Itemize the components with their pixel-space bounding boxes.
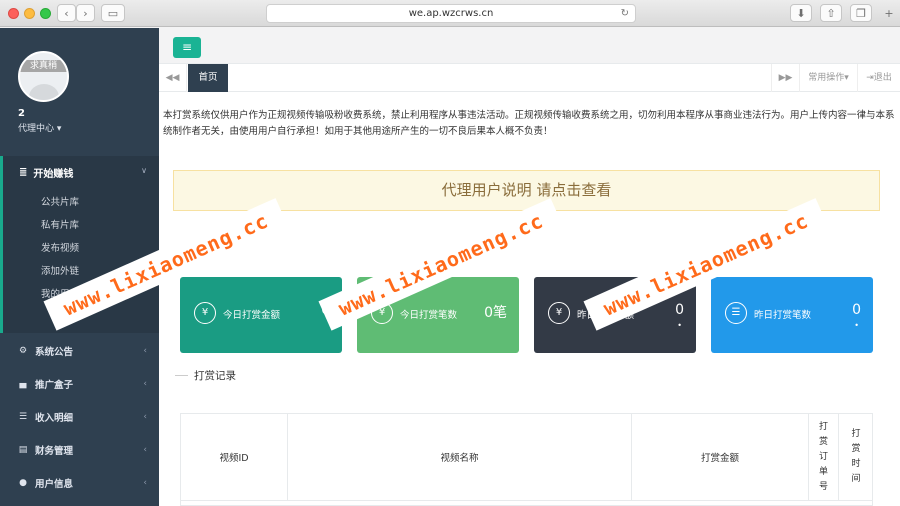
browser-toolbar: ‹ › ▭ we.ap.wzcrws.cn ↻ ⬇ ⇧ ❐ +: [0, 0, 900, 27]
tab-scroll-right-button[interactable]: ▶▶: [771, 64, 799, 92]
sidebar-subitem-add-external-link[interactable]: 添加外链: [41, 263, 79, 277]
sidebar-subitem-public-library[interactable]: 公共片库: [41, 194, 79, 208]
new-tab-button[interactable]: +: [880, 4, 898, 22]
stat-card-value: 0: [675, 302, 684, 318]
stat-card-dot: •: [677, 321, 682, 330]
address-bar[interactable]: we.ap.wzcrws.cn ↻: [266, 4, 636, 23]
section-divider: [175, 375, 188, 376]
list-icon: ☰: [18, 411, 28, 422]
stat-card-value: 0笔: [484, 305, 507, 321]
caret-down-icon: ▾: [56, 124, 62, 134]
double-right-icon: ▶▶: [778, 73, 793, 83]
yen-icon: ¥: [548, 302, 570, 324]
column-header-order-no[interactable]: 打赏订单号: [809, 414, 839, 500]
avatar-figure: [29, 84, 59, 100]
user-role-dropdown[interactable]: 代理中心 ▾: [18, 121, 61, 134]
chevron-left-icon: ‹: [143, 477, 147, 488]
stat-card-label: 今日打赏笔数: [400, 310, 458, 321]
user-role-label: 代理中心: [18, 124, 55, 134]
menu-toggle-button[interactable]: ≡: [173, 37, 201, 58]
download-button[interactable]: ⬇: [790, 4, 812, 22]
stat-card-label: 昨日打赏笔数: [754, 310, 812, 321]
stat-card-dot: •: [854, 321, 859, 330]
chevron-left-icon: ‹: [64, 6, 69, 20]
tabs-icon: ❐: [856, 6, 866, 20]
car-icon: ▄: [19, 378, 27, 389]
column-header-time[interactable]: 打赏时间: [839, 414, 873, 500]
chevron-right-icon: ›: [83, 6, 88, 20]
tab-home[interactable]: 首页: [188, 64, 228, 92]
url-text: we.ap.wzcrws.cn: [408, 8, 494, 19]
database-icon: ≣: [19, 167, 28, 178]
yen-icon: ¥: [194, 302, 216, 324]
stat-card-value: 0: [852, 302, 861, 318]
column-header-video-name[interactable]: 视频名称: [288, 414, 632, 500]
logout-button[interactable]: ⇥退出: [857, 64, 900, 92]
chevron-left-icon: ‹: [143, 378, 147, 389]
sidebar-section-earn-header[interactable]: ≣ 开始赚钱: [19, 165, 73, 180]
sidebar-item-promo-box[interactable]: ▄ 推广盒子 ‹: [0, 367, 159, 400]
sidebar-item-label: 财务管理: [35, 445, 74, 457]
common-ops-label: 常用操作: [808, 73, 845, 83]
sidebar-subitem-publish-video[interactable]: 发布视频: [41, 240, 79, 254]
chevron-left-icon: ‹: [143, 345, 147, 356]
avatar[interactable]: 求真稍: [18, 51, 69, 102]
sidebar-item-income-detail[interactable]: ☰ 收入明细 ‹: [0, 400, 159, 433]
chevron-left-icon: ‹: [143, 411, 147, 422]
sidebar-item-label: 系统公告: [35, 346, 74, 358]
stat-card-today-amount: ¥ 今日打赏金额 0: [180, 277, 342, 353]
logout-label: 退出: [873, 73, 892, 83]
common-ops-dropdown[interactable]: 常用操作▾: [799, 64, 857, 92]
list-icon: ☰: [725, 302, 747, 324]
logout-icon: ⇥: [866, 73, 874, 83]
user-name: 2: [18, 108, 25, 119]
column-header-video-id[interactable]: 视频ID: [181, 414, 288, 500]
top-bar: ≡: [159, 28, 900, 64]
main-content: 本打赏系统仅供用户作为正规视频传输吸粉收费系统，禁止利用程序从事违法活动。正规视…: [159, 92, 900, 506]
sidebar-item-label: 收入明细: [35, 412, 74, 424]
back-button[interactable]: ‹: [57, 4, 76, 22]
sidebar-item-announcements[interactable]: ⚙ 系统公告 ‹: [0, 334, 159, 367]
double-left-icon: ◀◀: [165, 73, 180, 83]
avatar-text: 求真稍: [20, 60, 67, 72]
sidebar-section-earn-label: 开始赚钱: [33, 169, 74, 180]
forward-button[interactable]: ›: [76, 4, 95, 22]
tabs-overview-button[interactable]: ❐: [850, 4, 872, 22]
sidebar-item-label: 推广盒子: [35, 379, 74, 391]
sidebar-item-user-info[interactable]: ● 用户信息 ‹: [0, 466, 159, 499]
stat-card-yesterday-count: ☰ 昨日打赏笔数 0 •: [711, 277, 873, 353]
agent-instructions-banner[interactable]: 代理用户说明 请点击查看: [173, 170, 880, 211]
users-icon: ●: [19, 477, 27, 488]
minimize-window-button[interactable]: [24, 8, 35, 19]
tab-bar: ◀◀ 首页 ▶▶ 常用操作▾ ⇥退出: [159, 64, 900, 92]
reload-icon[interactable]: ↻: [621, 5, 629, 22]
hamburger-icon: ≡: [181, 40, 193, 54]
share-button[interactable]: ⇧: [820, 4, 842, 22]
records-section-title: 打赏记录: [175, 368, 236, 383]
plus-icon: +: [884, 6, 894, 20]
records-title-text: 打赏记录: [194, 370, 236, 382]
stat-card-label: 今日打赏金额: [223, 310, 281, 321]
close-window-button[interactable]: [8, 8, 19, 19]
caret-down-icon: ▾: [844, 73, 849, 83]
document-icon: ▤: [18, 444, 28, 455]
records-table: 视频ID 视频名称 打赏金额 打赏订单号 打赏时间: [180, 413, 873, 506]
table-divider: [181, 500, 872, 501]
sidebar-toggle-button[interactable]: ▭: [101, 4, 125, 22]
sidebar-subitem-private-library[interactable]: 私有片库: [41, 217, 79, 231]
chevron-down-icon: ∨: [141, 166, 147, 175]
sidebar-icon: ▭: [107, 6, 119, 20]
system-notice: 本打赏系统仅供用户作为正规视频传输吸粉收费系统，禁止利用程序从事违法活动。正规视…: [163, 110, 895, 137]
share-icon: ⇧: [826, 6, 836, 20]
sidebar-item-finance[interactable]: ▤ 财务管理 ‹: [0, 433, 159, 466]
gear-icon: ⚙: [18, 345, 28, 356]
tab-scroll-left-button[interactable]: ◀◀: [159, 64, 187, 92]
column-header-amount[interactable]: 打赏金额: [632, 414, 809, 500]
download-icon: ⬇: [796, 6, 806, 20]
zoom-window-button[interactable]: [40, 8, 51, 19]
sidebar-item-label: 用户信息: [35, 478, 74, 490]
chevron-left-icon: ‹: [143, 444, 147, 455]
